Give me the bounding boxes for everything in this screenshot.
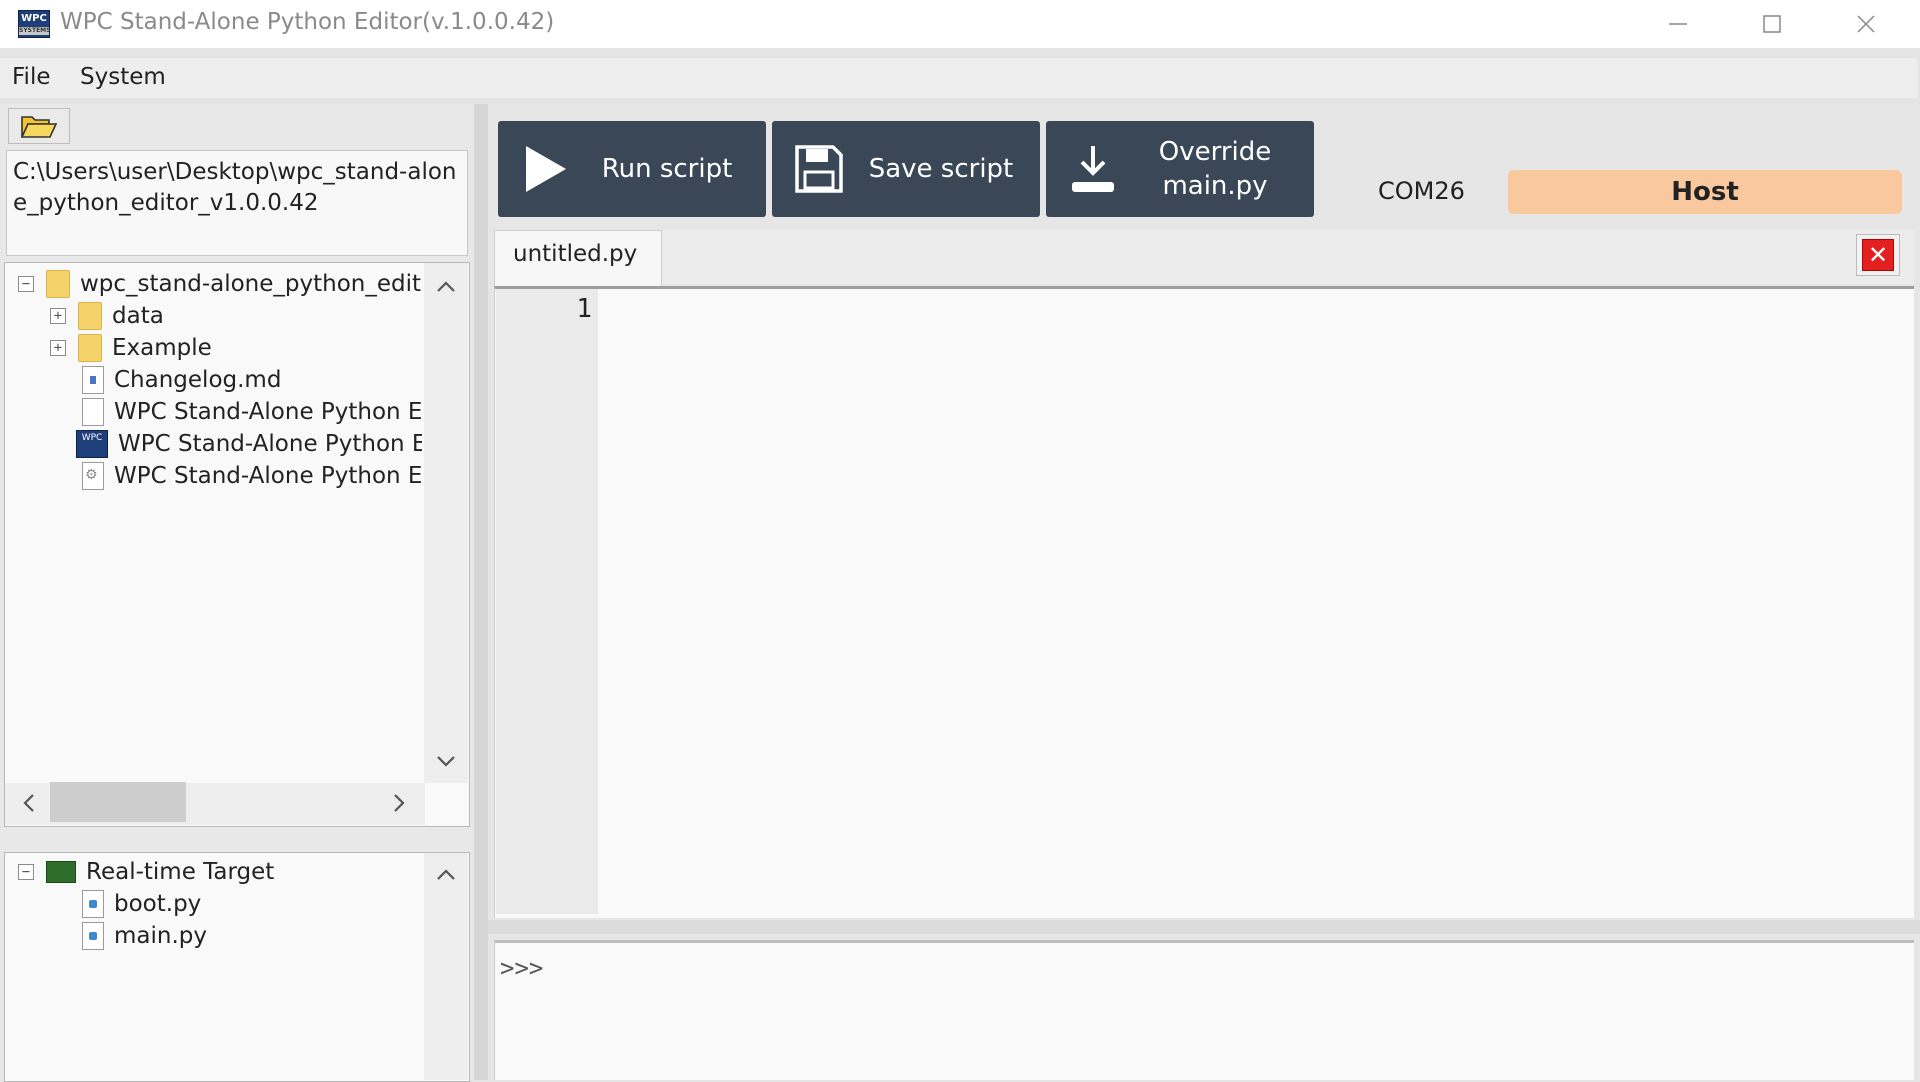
line-number: 1: [576, 294, 592, 324]
chevron-up-icon[interactable]: [426, 274, 466, 299]
target-file-label: boot.py: [114, 891, 202, 917]
collapse-toggle[interactable]: −: [18, 864, 34, 880]
close-window-button[interactable]: [1820, 0, 1912, 48]
connection-mode-badge[interactable]: Host: [1508, 170, 1902, 214]
code-editor[interactable]: [494, 286, 1914, 918]
app-logo-icon: WPC SYSTEMS: [18, 10, 50, 38]
panel-splitter[interactable]: [474, 104, 488, 1080]
app-logo-subtext: SYSTEMS: [19, 27, 51, 35]
expand-toggle[interactable]: +: [50, 340, 66, 356]
file-tree-list: − wpc_stand-alone_python_edit + data + E…: [18, 268, 422, 492]
download-icon: [1062, 144, 1124, 194]
override-label-line2: main.py: [1162, 171, 1268, 201]
python-file-icon: [82, 890, 104, 918]
tree-vertical-scrollbar[interactable]: [424, 263, 468, 783]
save-script-button[interactable]: Save script: [772, 121, 1040, 217]
console-splitter[interactable]: [488, 920, 1920, 934]
tree-item-label: WPC Stand-Alone Python E: [114, 463, 422, 489]
tree-item-label: Changelog.md: [114, 367, 282, 393]
collapse-toggle[interactable]: −: [18, 276, 34, 292]
tree-item-label: data: [112, 303, 164, 329]
target-file-item[interactable]: boot.py: [18, 888, 422, 920]
expand-toggle[interactable]: +: [50, 308, 66, 324]
editor-tab-strip: [494, 230, 1914, 284]
config-file-icon: [82, 462, 104, 490]
tree-item-label: WPC Stand-Alone Python E: [118, 431, 422, 457]
target-root-item[interactable]: − Real-time Target: [18, 856, 422, 888]
play-icon: [514, 144, 576, 194]
console-panel[interactable]: [494, 940, 1914, 1080]
tree-item-file[interactable]: WPC Stand-Alone Python E: [18, 396, 422, 428]
menu-system[interactable]: System: [80, 62, 166, 92]
blank-file-icon: [82, 398, 104, 426]
folder-path-display: C:\Users\user\Desktop\wpc_stand-alone_py…: [6, 150, 468, 256]
line-number-gutter: [496, 289, 598, 914]
python-file-icon: [82, 922, 104, 950]
menu-bar: [0, 58, 1918, 98]
app-logo-text: WPC: [21, 13, 47, 24]
chevron-right-icon[interactable]: [388, 792, 412, 820]
close-icon: ✕: [1862, 239, 1894, 271]
tree-item-changelog[interactable]: Changelog.md: [18, 364, 422, 396]
run-script-label: Run script: [601, 154, 733, 184]
run-script-button[interactable]: Run script: [498, 121, 766, 217]
target-root-label: Real-time Target: [86, 859, 275, 885]
override-main-label: Override main.py: [1124, 135, 1314, 203]
tree-item-config[interactable]: WPC Stand-Alone Python E: [18, 460, 422, 492]
save-icon: [788, 144, 850, 194]
tree-item-label: Example: [112, 335, 212, 361]
chevron-down-icon[interactable]: [426, 750, 466, 775]
open-folder-button[interactable]: [8, 108, 70, 144]
menu-file[interactable]: File: [12, 62, 51, 92]
tree-item-example[interactable]: + Example: [18, 332, 422, 364]
chevron-left-icon[interactable]: [16, 792, 40, 820]
close-icon: [1857, 15, 1875, 33]
scrollbar-thumb[interactable]: [50, 782, 186, 822]
close-tab-button[interactable]: ✕: [1856, 234, 1900, 276]
console-prompt: >>>: [500, 954, 544, 982]
tree-item-label: wpc_stand-alone_python_edit: [80, 271, 422, 297]
device-icon: [46, 861, 76, 883]
maximize-button[interactable]: [1726, 0, 1818, 48]
app-exe-icon: WPC: [76, 430, 108, 458]
maximize-icon: [1763, 15, 1781, 33]
tree-item-exe[interactable]: WPC WPC Stand-Alone Python E: [18, 428, 422, 460]
minimize-icon: [1669, 23, 1687, 25]
tree-item-data[interactable]: + data: [18, 300, 422, 332]
target-vertical-scrollbar[interactable]: [424, 853, 468, 1080]
com-port-label: COM26: [1378, 177, 1465, 205]
save-script-label: Save script: [868, 154, 1014, 184]
target-tree-list: − Real-time Target boot.py main.py: [18, 856, 422, 952]
folder-icon: [46, 270, 70, 298]
folder-icon: [78, 302, 102, 330]
markdown-file-icon: [82, 366, 104, 394]
target-file-item[interactable]: main.py: [18, 920, 422, 952]
folder-open-icon: [20, 116, 58, 138]
window-title: WPC Stand-Alone Python Editor(v.1.0.0.42…: [60, 9, 555, 35]
tree-item-root[interactable]: − wpc_stand-alone_python_edit: [18, 268, 422, 300]
minimize-button[interactable]: [1632, 0, 1724, 48]
folder-icon: [78, 334, 102, 362]
override-main-button[interactable]: Override main.py: [1046, 121, 1314, 217]
chevron-up-icon[interactable]: [426, 862, 466, 887]
tab-untitled[interactable]: untitled.py: [494, 230, 662, 286]
tree-item-label: WPC Stand-Alone Python E: [114, 399, 422, 425]
override-label-line1: Override: [1158, 137, 1272, 167]
target-file-label: main.py: [114, 923, 207, 949]
